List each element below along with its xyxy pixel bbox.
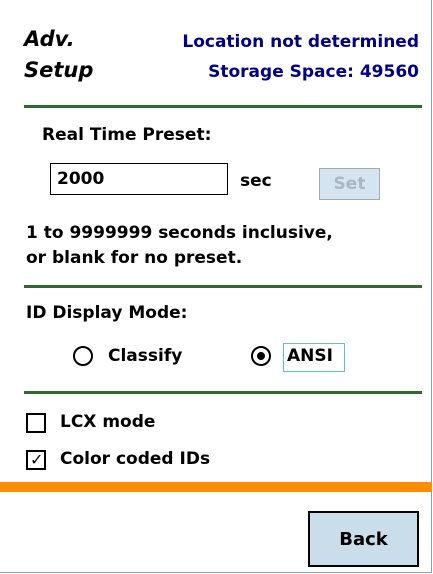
real-time-preset-label: Real Time Preset: [42,125,212,145]
title-line-1: Adv. [24,27,75,51]
page-title: Adv. Setup [24,24,93,86]
color-coded-ids-label[interactable]: Color coded IDs [60,449,210,469]
preset-input[interactable] [50,163,228,195]
divider [24,285,422,288]
orange-separator-bar [0,482,432,492]
radio-selected-dot [257,352,265,360]
checkmark-icon: ✓ [30,450,44,469]
divider [24,391,422,394]
title-line-2: Setup [24,58,94,82]
divider [24,105,422,108]
sec-unit-label: sec [240,171,272,191]
id-display-mode-label: ID Display Mode: [26,303,188,323]
back-button[interactable]: Back [308,511,419,567]
radio-ansi[interactable] [251,346,271,366]
radio-classify-label[interactable]: Classify [108,346,182,366]
location-status: Location not determined [182,32,419,52]
lcx-mode-checkbox[interactable] [26,413,46,433]
lcx-mode-label[interactable]: LCX mode [60,412,155,432]
color-coded-ids-checkbox[interactable]: ✓ [26,450,46,470]
radio-ansi-label[interactable]: ANSI [287,346,333,366]
radio-classify[interactable] [73,346,93,366]
set-button[interactable]: Set [319,168,380,200]
preset-help-line1: 1 to 9999999 seconds inclusive, [26,223,333,243]
storage-space: Storage Space: 49560 [208,62,419,82]
preset-help-line2: or blank for no preset. [26,248,243,268]
